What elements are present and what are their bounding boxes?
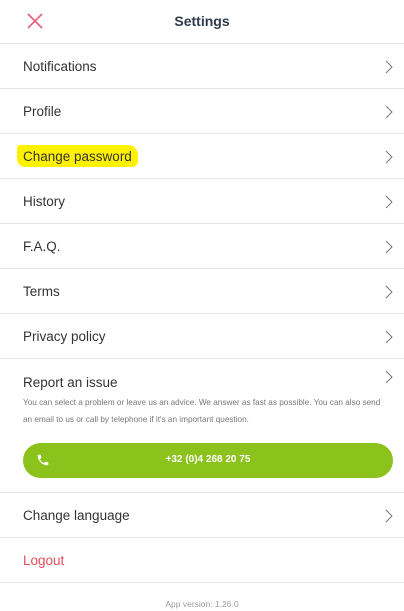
menu-item-history[interactable]: History: [0, 179, 404, 224]
menu-item-privacy-policy[interactable]: Privacy policy: [0, 314, 404, 359]
chevron-right-icon: [385, 240, 393, 254]
chevron-right-icon: [385, 60, 393, 74]
menu-item-change-password[interactable]: Change password: [0, 134, 404, 179]
call-phone-button[interactable]: +32 (0)4 268 20 75: [23, 443, 393, 478]
menu-item-label: Privacy policy: [23, 329, 106, 344]
chevron-right-icon[interactable]: [384, 370, 394, 384]
menu-item-notifications[interactable]: Notifications: [0, 44, 404, 89]
report-issue-description: You can select a problem or leave us an …: [23, 398, 381, 424]
chevron-right-icon: [385, 285, 393, 299]
logout-button[interactable]: Logout: [0, 538, 404, 583]
page-title: Settings: [174, 13, 230, 29]
chevron-right-icon: [385, 150, 393, 164]
menu-item-change-language[interactable]: Change language: [0, 493, 404, 538]
menu-item-label: Notifications: [23, 59, 97, 74]
menu-item-label: Change language: [23, 508, 130, 523]
chevron-right-icon: [385, 105, 393, 119]
chevron-right-icon: [385, 509, 393, 523]
report-issue-section: Report an issue You can select a problem…: [0, 359, 404, 493]
logout-label: Logout: [23, 553, 65, 568]
menu-item-label: History: [23, 194, 66, 209]
menu-item-label: F.A.Q.: [23, 239, 61, 254]
menu-item-faq[interactable]: F.A.Q.: [0, 224, 404, 269]
menu-item-terms[interactable]: Terms: [0, 269, 404, 314]
highlighted-label: Change password: [17, 145, 138, 167]
menu-item-label-wrapper: Change password: [17, 145, 138, 167]
chevron-right-icon: [385, 330, 393, 344]
chevron-right-icon: [385, 195, 393, 209]
report-issue-title[interactable]: Report an issue: [23, 375, 118, 390]
header: Settings: [0, 0, 404, 44]
menu-item-label: Profile: [23, 104, 62, 119]
menu-item-profile[interactable]: Profile: [0, 89, 404, 134]
menu-item-label: Terms: [23, 284, 60, 299]
phone-number-label: +32 (0)4 268 20 75: [165, 454, 251, 465]
app-version: App version: 1.26.0: [165, 599, 239, 609]
